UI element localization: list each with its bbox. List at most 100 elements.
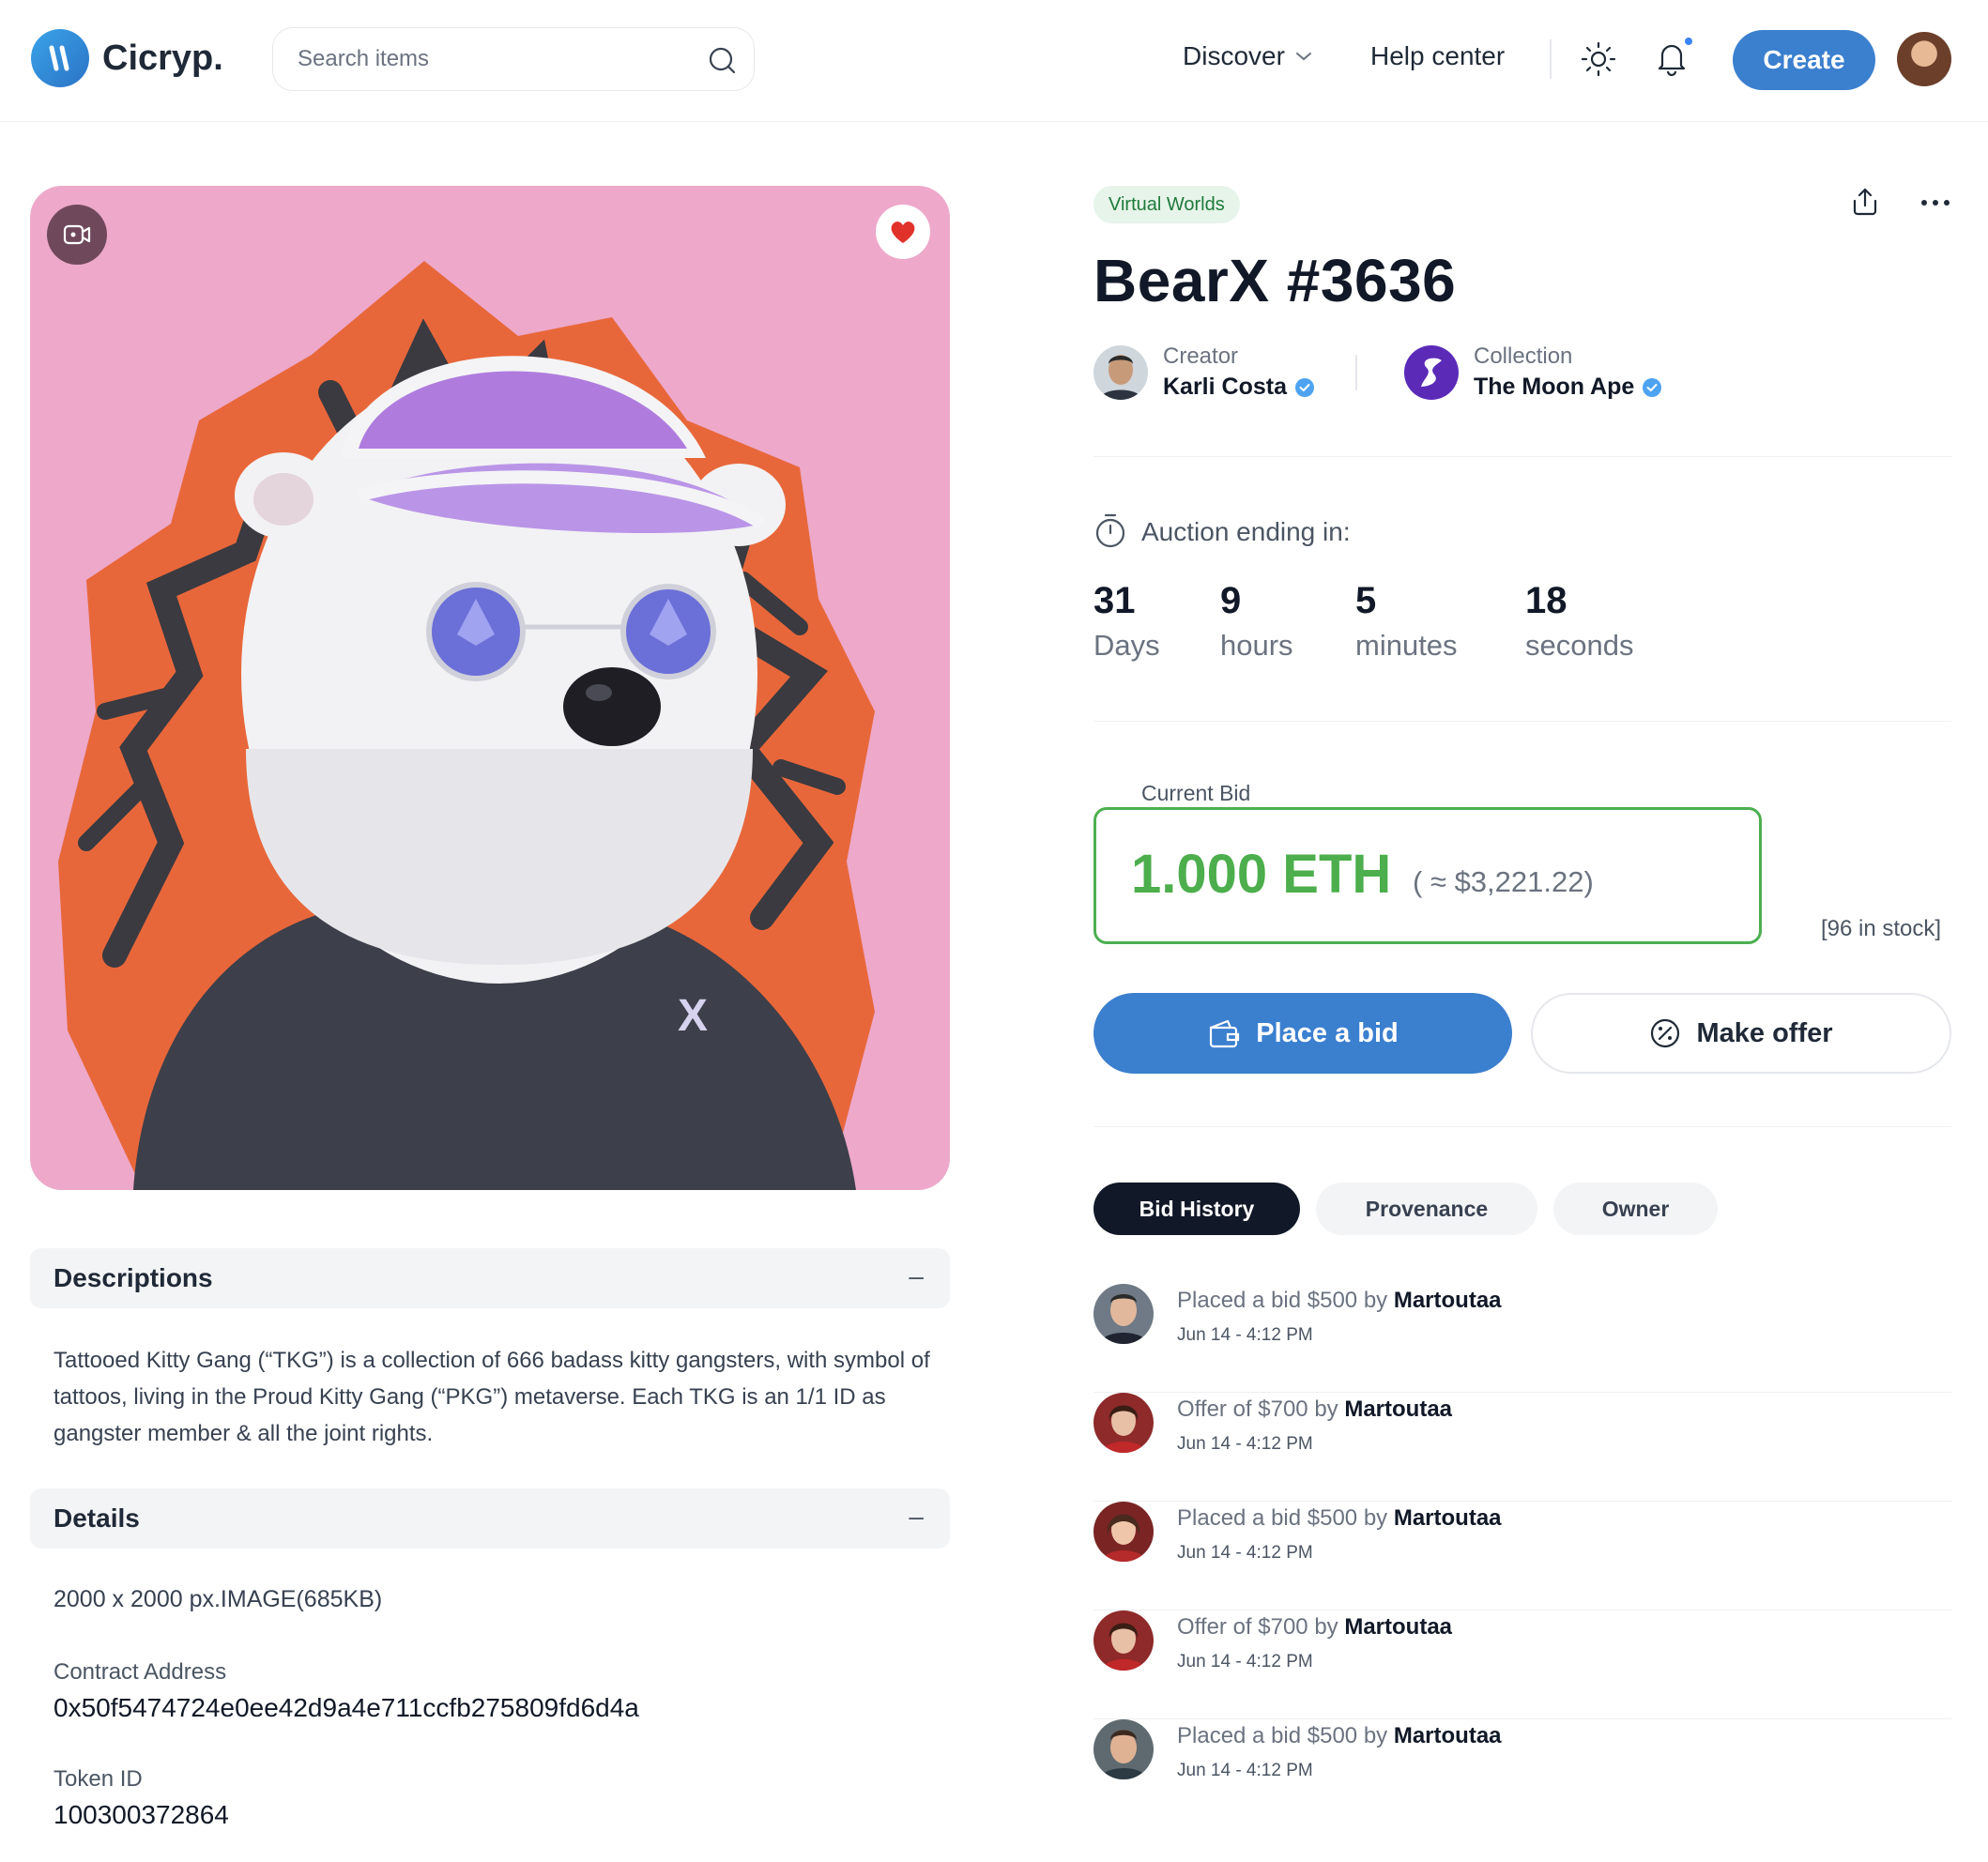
nft-artwork: X <box>30 186 950 1190</box>
description-text: Tattooed Kitty Gang (“TKG”) is a collect… <box>54 1348 930 1446</box>
tab-provenance[interactable]: Provenance <box>1316 1183 1537 1235</box>
heart-icon <box>891 221 915 243</box>
nav-discover-label: Discover <box>1183 41 1285 70</box>
brand-name: Cicryp. <box>102 38 223 78</box>
collection-avatar <box>1404 344 1459 400</box>
countdown-seconds-unit: seconds <box>1525 629 1634 662</box>
history-text: Placed a bid $500 by Martoutaa <box>1177 1288 1502 1313</box>
history-text: Offer of $700 by Martoutaa <box>1177 1396 1453 1422</box>
place-bid-button[interactable]: Place a bid <box>1093 993 1512 1074</box>
countdown-seconds: 18 <box>1525 580 1567 621</box>
list-item[interactable]: Offer of $700 by Martoutaa Jun 14 - 4:12… <box>1093 1393 1951 1502</box>
bidder-avatar <box>1093 1719 1154 1779</box>
search-icon[interactable] <box>707 45 737 75</box>
countdown-days: 31 <box>1093 580 1136 621</box>
history-text: Offer of $700 by Martoutaa <box>1177 1614 1453 1640</box>
creator-label: Creator <box>1163 343 1239 369</box>
collection-name: The Moon Ape <box>1474 374 1635 400</box>
favorite-button[interactable] <box>876 205 930 259</box>
timer-icon <box>1095 513 1125 548</box>
countdown-minutes-unit: minutes <box>1355 629 1458 662</box>
list-item[interactable]: Offer of $700 by Martoutaa Jun 14 - 4:12… <box>1093 1610 1951 1719</box>
history-user: Martoutaa <box>1393 1723 1502 1748</box>
place-bid-label: Place a bid <box>1256 1017 1399 1048</box>
list-item[interactable]: Placed a bid $500 by Martoutaa Jun 14 - … <box>1093 1284 1951 1393</box>
more-options-icon[interactable] <box>1919 195 1951 210</box>
history-user: Martoutaa <box>1393 1505 1502 1531</box>
contract-address-value: 0x50f5474724e0ee42d9a4e711ccfb275809fd6d… <box>54 1693 639 1722</box>
token-id-value: 100300372864 <box>54 1800 229 1829</box>
stock-count: [96 in stock] <box>1821 916 1942 941</box>
wallet-icon <box>1210 1019 1240 1048</box>
bear-illustration: X <box>58 261 875 1190</box>
create-button[interactable]: Create <box>1733 30 1875 90</box>
bidder-avatar <box>1093 1502 1154 1562</box>
category-tag[interactable]: Virtual Worlds <box>1093 186 1240 223</box>
countdown-days-unit: Days <box>1093 629 1160 662</box>
collapse-icon[interactable]: – <box>909 1261 924 1291</box>
nav-divider <box>1550 39 1552 79</box>
history-user: Martoutaa <box>1393 1288 1502 1313</box>
creator-name: Karli Costa <box>1163 374 1287 400</box>
list-item[interactable]: Placed a bid $500 by Martoutaa Jun 14 - … <box>1093 1719 1951 1828</box>
descriptions-heading: Descriptions <box>54 1263 213 1292</box>
history-time: Jun 14 - 4:12 PM <box>1177 1543 1313 1563</box>
search-box <box>272 27 755 91</box>
video-icon <box>63 224 91 245</box>
logo-icon <box>31 29 89 87</box>
history-text: Placed a bid $500 by Martoutaa <box>1177 1723 1502 1748</box>
share-icon[interactable] <box>1849 186 1881 218</box>
creator-avatar <box>1093 344 1148 400</box>
current-bid-label: Current Bid <box>1132 781 1261 806</box>
countdown-hours: 9 <box>1220 580 1242 621</box>
tab-bid-history[interactable]: Bid History <box>1093 1183 1300 1235</box>
auction-ending-label: Auction ending in: <box>1141 517 1351 546</box>
current-bid-usd: ( ≈ $3,221.22) <box>1413 865 1594 898</box>
list-item[interactable]: Placed a bid $500 by Martoutaa Jun 14 - … <box>1093 1502 1951 1610</box>
chevron-down-icon <box>1295 53 1311 61</box>
token-id-label: Token ID <box>54 1766 143 1792</box>
sun-icon[interactable] <box>1581 41 1616 77</box>
details-heading: Details <box>54 1503 140 1533</box>
collection-label: Collection <box>1474 343 1573 369</box>
history-user: Martoutaa <box>1344 1396 1453 1422</box>
history-text: Placed a bid $500 by Martoutaa <box>1177 1505 1502 1531</box>
descriptions-accordion[interactable]: Descriptions – <box>30 1248 950 1308</box>
make-offer-button[interactable]: Make offer <box>1531 993 1951 1074</box>
make-offer-label: Make offer <box>1696 1017 1833 1048</box>
creator-info[interactable]: Creator Karli Costa <box>1093 343 1315 401</box>
brand-logo[interactable]: Cicryp. <box>31 29 223 87</box>
details-accordion[interactable]: Details – <box>30 1488 950 1549</box>
countdown-hours-unit: hours <box>1220 629 1293 662</box>
user-avatar[interactable] <box>1897 32 1951 86</box>
verified-badge-icon <box>1643 377 1662 397</box>
bidder-avatar <box>1093 1393 1154 1453</box>
history-time: Jun 14 - 4:12 PM <box>1177 1325 1313 1345</box>
divider <box>1355 355 1357 390</box>
nav-discover[interactable]: Discover <box>1183 41 1313 71</box>
bidder-avatar <box>1093 1610 1154 1671</box>
history-time: Jun 14 - 4:12 PM <box>1177 1652 1313 1671</box>
top-header: Cicryp. Discover Help center Create <box>0 0 1988 122</box>
video-toggle-button[interactable] <box>47 205 107 265</box>
history-user: Martoutaa <box>1344 1614 1453 1640</box>
notification-dot <box>1683 36 1694 47</box>
section-divider <box>1093 456 1951 457</box>
search-input[interactable] <box>298 28 673 90</box>
image-size: 2000 x 2000 px.IMAGE(685KB) <box>54 1586 383 1612</box>
verified-badge-icon <box>1294 377 1314 397</box>
contract-address-label: Contract Address <box>54 1659 227 1685</box>
collection-info[interactable]: Collection The Moon Ape <box>1404 343 1662 401</box>
history-time: Jun 14 - 4:12 PM <box>1177 1761 1313 1780</box>
bidder-avatar <box>1093 1284 1154 1344</box>
section-divider <box>1093 721 1951 722</box>
tab-owner[interactable]: Owner <box>1553 1183 1718 1235</box>
discount-icon <box>1651 1018 1680 1048</box>
history-time: Jun 14 - 4:12 PM <box>1177 1434 1313 1454</box>
collapse-icon[interactable]: – <box>909 1502 924 1532</box>
svg-text:X: X <box>678 991 708 1041</box>
section-divider <box>1093 1126 1951 1127</box>
countdown-minutes: 5 <box>1355 580 1377 621</box>
current-bid-eth: 1.000 ETH <box>1131 844 1392 905</box>
nav-help-center[interactable]: Help center <box>1370 41 1505 71</box>
